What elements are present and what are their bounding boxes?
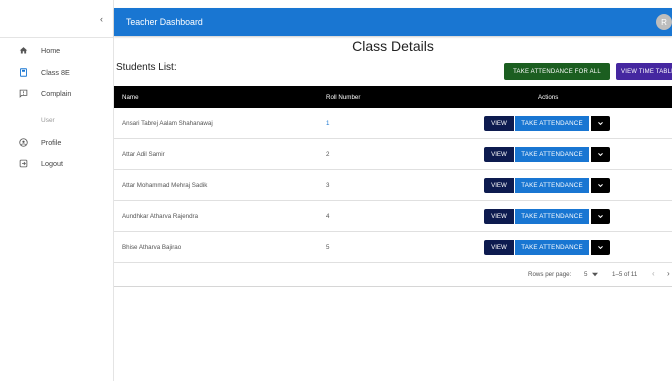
home-icon (15, 42, 31, 58)
sidebar-item-home[interactable]: Home (0, 42, 114, 58)
roll-number: 5 (326, 244, 330, 251)
table-pagination: Rows per page: 5 1–5 of 11 ‹ › (114, 261, 672, 287)
sidebar-header: ‹ (0, 0, 113, 38)
roll-number: 4 (326, 213, 330, 220)
chevron-right-icon[interactable]: › (667, 269, 670, 278)
logout-icon (15, 155, 31, 171)
view-button[interactable]: VIEW (484, 209, 514, 224)
sidebar-item-class[interactable]: Class 8E (0, 64, 114, 80)
student-name: Bhise Atharva Bajirao (122, 244, 182, 251)
view-button[interactable]: VIEW (484, 178, 514, 193)
sidebar-item-complain[interactable]: Complain (0, 85, 114, 101)
sidebar: ‹ Home Class 8E Complain User Profile Lo… (0, 0, 114, 381)
sidebar-section-user: User (41, 117, 55, 124)
table-header: Name Roll Number Actions (114, 86, 672, 108)
take-attendance-button[interactable]: TAKE ATTENDANCE (515, 240, 589, 255)
rows-per-page-select[interactable]: 5 (584, 271, 587, 278)
sidebar-item-label: Complain (41, 88, 72, 98)
chevron-down-icon[interactable] (591, 116, 610, 131)
app-title: Teacher Dashboard (126, 17, 203, 27)
view-button[interactable]: VIEW (484, 147, 514, 162)
chevron-left-icon[interactable]: ‹ (100, 15, 103, 24)
table-row: Aundhkar Atharva Rajendra 4 VIEW TAKE AT… (114, 201, 672, 232)
roll-number: 2 (326, 151, 330, 158)
table-row: Attar Adil Samir 2 VIEW TAKE ATTENDANCE (114, 139, 672, 170)
take-attendance-button[interactable]: TAKE ATTENDANCE (515, 209, 589, 224)
take-attendance-for-all-button[interactable]: TAKE ATTENDANCE FOR ALL (504, 63, 610, 80)
view-button[interactable]: VIEW (484, 240, 514, 255)
main-content: Class Details Students List: TAKE ATTEND… (114, 36, 672, 381)
view-time-table-button[interactable]: VIEW TIME TABLE (616, 63, 672, 80)
class-icon (15, 64, 31, 80)
avatar[interactable]: R (656, 14, 672, 30)
pagination-range: 1–5 of 11 (612, 271, 638, 278)
sidebar-item-label: Logout (41, 158, 63, 168)
take-attendance-button[interactable]: TAKE ATTENDANCE (515, 178, 589, 193)
caret-down-icon[interactable] (592, 272, 598, 279)
chevron-down-icon[interactable] (591, 209, 610, 224)
column-header-roll: Roll Number (326, 94, 361, 101)
sidebar-item-label: Class 8E (41, 67, 70, 77)
student-name: Attar Mohammad Mehraj Sadik (122, 182, 208, 189)
column-header-actions: Actions (538, 94, 559, 101)
sidebar-item-profile[interactable]: Profile (0, 134, 114, 150)
app-bar: Teacher Dashboard R (114, 8, 672, 36)
profile-icon (15, 134, 31, 150)
take-attendance-button[interactable]: TAKE ATTENDANCE (515, 147, 589, 162)
roll-number: 3 (326, 182, 330, 189)
table-row: Bhise Atharva Bajirao 5 VIEW TAKE ATTEND… (114, 232, 672, 263)
chevron-down-icon[interactable] (591, 147, 610, 162)
student-name: Attar Adil Samir (122, 151, 165, 158)
page-title: Class Details (352, 38, 434, 54)
sidebar-item-label: Profile (41, 137, 62, 147)
sidebar-item-label: Home (41, 45, 61, 55)
column-header-name: Name (122, 94, 139, 101)
chevron-down-icon[interactable] (591, 240, 610, 255)
student-name: Aundhkar Atharva Rajendra (122, 213, 199, 220)
chevron-down-icon[interactable] (591, 178, 610, 193)
roll-number: 1 (326, 120, 330, 127)
take-attendance-button[interactable]: TAKE ATTENDANCE (515, 116, 589, 131)
sidebar-item-logout[interactable]: Logout (0, 155, 114, 171)
view-button[interactable]: VIEW (484, 116, 514, 131)
rows-per-page-label: Rows per page: (528, 271, 572, 278)
complain-icon (15, 85, 31, 101)
students-list-title: Students List: (116, 62, 177, 73)
chevron-left-icon[interactable]: ‹ (652, 269, 655, 278)
table-row: Attar Mohammad Mehraj Sadik 3 VIEW TAKE … (114, 170, 672, 201)
table-row: Ansari Tabrej Aalam Shahanawaj 1 VIEW TA… (114, 108, 672, 139)
student-name: Ansari Tabrej Aalam Shahanawaj (122, 120, 213, 127)
